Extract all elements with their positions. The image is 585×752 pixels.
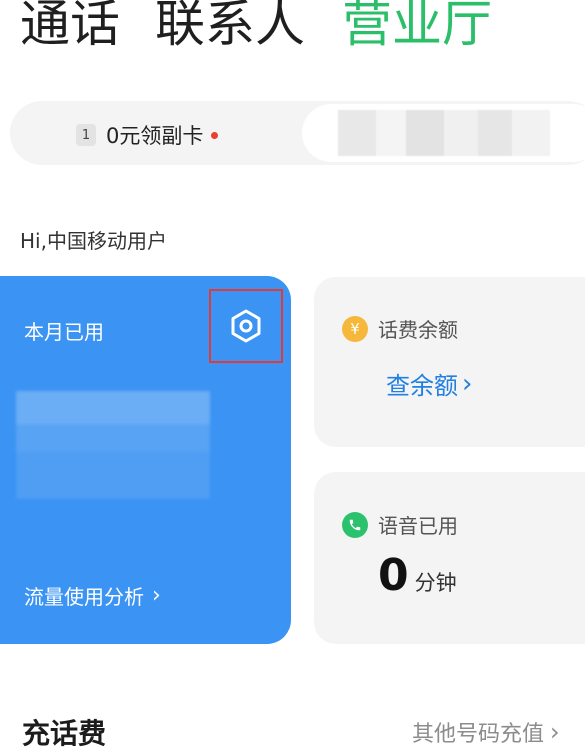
balance-label: 话费余额 <box>378 318 458 342</box>
sim-1-label: 0元领副卡 <box>106 124 204 148</box>
voice-header: 语音已用 <box>342 510 458 539</box>
voice-minutes-unit: 分钟 <box>414 571 457 595</box>
settings-icon[interactable] <box>228 308 264 344</box>
chevron-right-icon: › <box>550 718 560 746</box>
traffic-analysis-label: 流量使用分析 <box>24 585 144 609</box>
top-tabs: 通话 联系人 营业厅 <box>0 0 585 70</box>
check-balance-label: 查余额 <box>386 372 458 400</box>
greeting-text: Hi,中国移动用户 <box>20 229 167 253</box>
monthly-usage-card[interactable]: 本月已用 流量使用分析 › <box>0 276 291 644</box>
voice-minutes-number: 0 <box>378 550 409 601</box>
chevron-right-icon: › <box>462 368 473 399</box>
chevron-right-icon: › <box>152 583 161 608</box>
voice-value: 0 分钟 <box>378 550 457 601</box>
phone-glyph <box>349 519 361 530</box>
sim-2-number-blurred <box>338 110 550 156</box>
other-number-label: 其他号码充值 <box>412 722 545 747</box>
usage-title: 本月已用 <box>24 320 104 344</box>
notification-dot <box>211 131 219 139</box>
usage-value-blurred <box>16 364 210 499</box>
voice-usage-card[interactable]: 语音已用 0 分钟 <box>314 472 585 644</box>
traffic-analysis-link[interactable]: 流量使用分析 › <box>24 581 161 610</box>
voice-label: 语音已用 <box>378 514 458 538</box>
settings-highlight-box <box>209 289 283 363</box>
other-number-recharge-link[interactable]: 其他号码充值 › <box>412 716 560 748</box>
tab-store[interactable]: 营业厅 <box>342 0 492 54</box>
phone-icon <box>342 511 368 538</box>
balance-card[interactable]: ¥ 话费余额 查余额 › <box>314 277 585 447</box>
sim-slot-badge: 1 <box>76 124 96 146</box>
tab-calls[interactable]: 通话 <box>20 0 120 54</box>
check-balance-link[interactable]: 查余额 › <box>386 366 472 401</box>
recharge-section-title: 充话费 <box>22 717 107 750</box>
balance-header: ¥ 话费余额 <box>342 314 458 343</box>
yen-icon: ¥ <box>342 315 368 342</box>
sim-1-button[interactable]: 1 0元领副卡 <box>76 121 219 149</box>
tab-contacts[interactable]: 联系人 <box>155 0 305 54</box>
